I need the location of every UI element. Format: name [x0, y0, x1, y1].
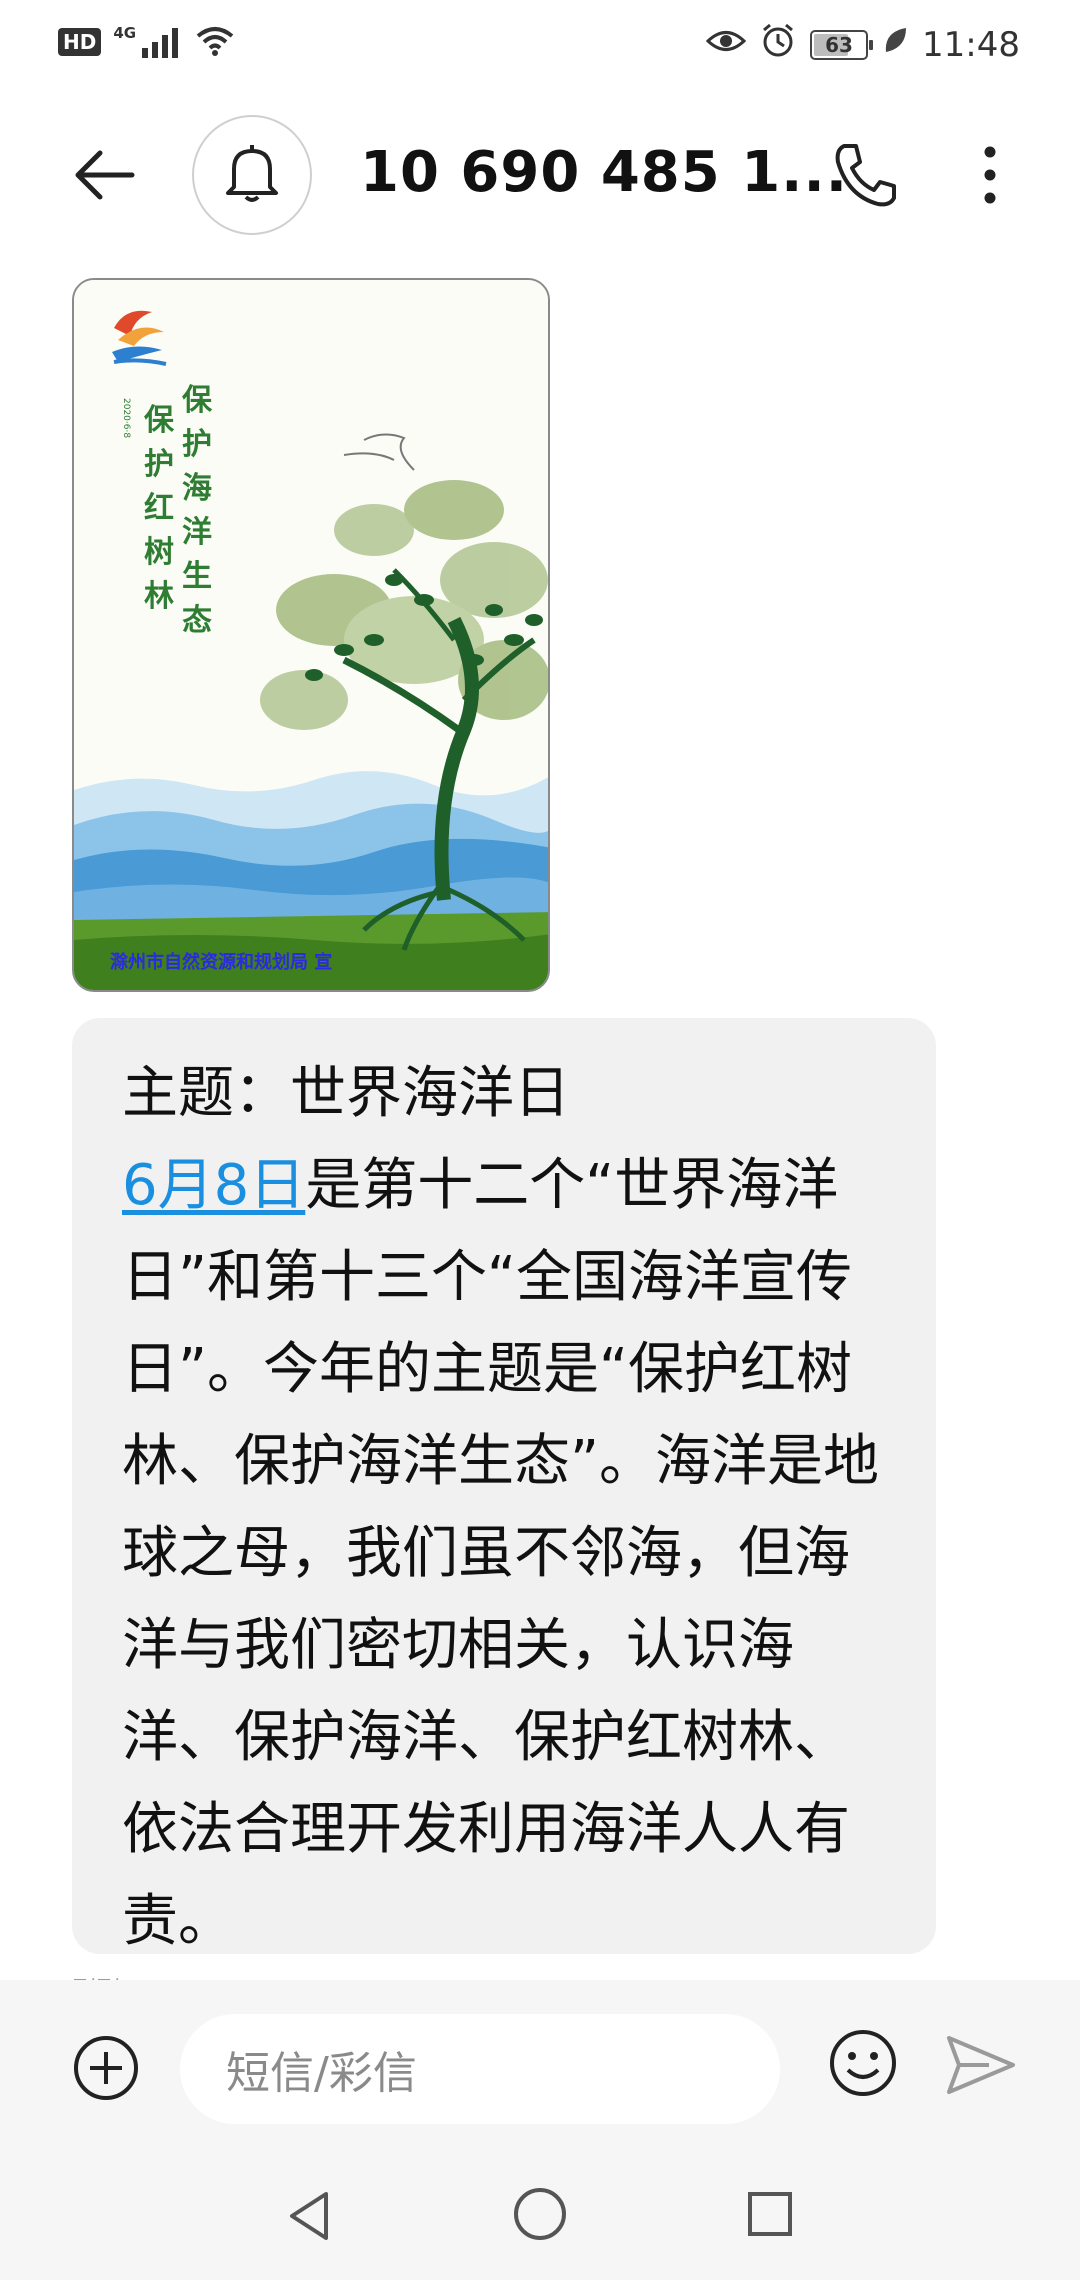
emoji-icon[interactable]: [828, 2028, 898, 2098]
alarm-icon: [760, 22, 796, 67]
phone-icon[interactable]: [830, 140, 900, 210]
nav-home-icon[interactable]: [512, 2186, 568, 2242]
battery-level: 63: [825, 32, 853, 57]
message-text: 主题：世界海洋日 6月8日是第十二个“世界海洋日”和第十三个“全国海洋宣传日”。…: [122, 1048, 896, 1968]
svg-text:树: 树: [144, 535, 174, 570]
svg-text:护: 护: [144, 447, 174, 482]
nav-back-icon[interactable]: [282, 2188, 338, 2244]
poster-headline-right-1: 保: [182, 383, 213, 418]
more-vertical-icon[interactable]: [960, 140, 1020, 210]
svg-text:红: 红: [144, 491, 174, 526]
svg-text:生: 生: [182, 559, 212, 594]
date-link[interactable]: 6月8日: [122, 1153, 305, 1218]
nav-recent-icon[interactable]: [746, 2190, 794, 2238]
svg-text:海: 海: [182, 471, 212, 506]
svg-text:态: 态: [182, 603, 212, 638]
status-left: HD 4G: [58, 24, 236, 60]
contact-title: 10 690 485 1...: [360, 140, 848, 205]
svg-text:保: 保: [144, 403, 175, 438]
leaf-icon: [882, 25, 908, 65]
svg-text:林: 林: [144, 579, 174, 614]
battery-icon: 63: [810, 29, 874, 60]
eye-icon: [705, 25, 747, 65]
message-bubble[interactable]: 主题：世界海洋日 6月8日是第十二个“世界海洋日”和第十三个“全国海洋宣传日”。…: [72, 1018, 936, 1954]
status-bar: HD 4G 63 11:48: [0, 0, 1080, 90]
message-subject: 主题：世界海洋日: [122, 1061, 570, 1126]
message-body: 是第十二个“世界海洋日”和第十三个“全国海洋宣传日”。今年的主题是“保护红树林、…: [122, 1153, 880, 1954]
system-nav-bar: [0, 2150, 1080, 2280]
svg-text:洋: 洋: [182, 515, 212, 550]
conversation-header: 10 690 485 1...: [0, 110, 1080, 240]
svg-text:2020·6·8: 2020·6·8: [121, 398, 131, 438]
add-icon[interactable]: [72, 2034, 140, 2102]
notification-button[interactable]: [192, 115, 312, 235]
network-type: 4G: [113, 24, 137, 42]
mms-image[interactable]: 保 护 海 洋 生 态 保 护 红 树 林 2020·6·8 滁州市自然资源和规…: [72, 278, 550, 992]
wifi-icon: [194, 24, 236, 60]
poster-credit: 滁州市自然资源和规划局 宣: [110, 952, 333, 973]
hd-badge: HD: [58, 28, 102, 56]
signal-icon: 4G: [113, 26, 182, 58]
back-arrow-icon[interactable]: [70, 140, 140, 210]
message-input[interactable]: 短信/彩信: [180, 2014, 780, 2124]
compose-bar: 短信/彩信: [0, 1980, 1080, 2150]
svg-text:护: 护: [182, 427, 212, 462]
bell-icon: [222, 141, 282, 209]
clock-time: 11:48: [922, 24, 1020, 65]
send-icon[interactable]: [945, 2032, 1017, 2098]
status-right: 63 11:48: [705, 22, 1020, 67]
